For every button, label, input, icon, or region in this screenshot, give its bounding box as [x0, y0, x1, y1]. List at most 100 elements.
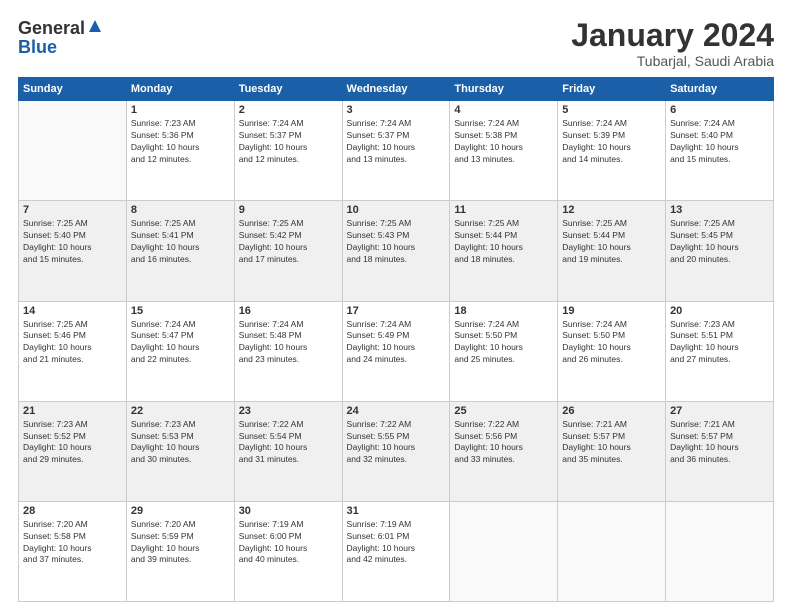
day-info: Sunrise: 7:22 AM Sunset: 5:55 PM Dayligh…: [347, 419, 446, 467]
calendar-day-cell: 19 Sunrise: 7:24 AM Sunset: 5:50 PM Dayli…: [558, 301, 666, 401]
day-number: 6: [670, 104, 769, 116]
day-number: 14: [23, 305, 122, 317]
calendar-day-cell: 2 Sunrise: 7:24 AM Sunset: 5:37 PM Daylig…: [234, 101, 342, 201]
day-info: Sunrise: 7:25 AM Sunset: 5:46 PM Dayligh…: [23, 319, 122, 367]
day-info: Sunrise: 7:23 AM Sunset: 5:53 PM Dayligh…: [131, 419, 230, 467]
calendar-day-cell: 5 Sunrise: 7:24 AM Sunset: 5:39 PM Daylig…: [558, 101, 666, 201]
calendar-day-header: Tuesday: [234, 78, 342, 101]
calendar-header-row: SundayMondayTuesdayWednesdayThursdayFrid…: [19, 78, 774, 101]
day-info: Sunrise: 7:25 AM Sunset: 5:40 PM Dayligh…: [23, 218, 122, 266]
day-info: Sunrise: 7:23 AM Sunset: 5:51 PM Dayligh…: [670, 319, 769, 367]
title-location: Tubarjal, Saudi Arabia: [571, 53, 774, 69]
calendar-day-cell: 21 Sunrise: 7:23 AM Sunset: 5:52 PM Dayli…: [19, 401, 127, 501]
day-number: 21: [23, 405, 122, 417]
logo-text: General: [18, 18, 102, 39]
day-info: Sunrise: 7:25 AM Sunset: 5:43 PM Dayligh…: [347, 218, 446, 266]
day-number: 15: [131, 305, 230, 317]
day-info: Sunrise: 7:24 AM Sunset: 5:40 PM Dayligh…: [670, 118, 769, 166]
day-number: 27: [670, 405, 769, 417]
calendar-week-row: 1Sunrise: 7:23 AM Sunset: 5:36 PM Daylig…: [19, 101, 774, 201]
calendar-day-cell: 11Sunrise: 7:25 AM Sunset: 5:44 PM Dayli…: [450, 201, 558, 301]
calendar-day-cell: 7 Sunrise: 7:25 AM Sunset: 5:40 PM Daylig…: [19, 201, 127, 301]
calendar-day-cell: 25Sunrise: 7:22 AM Sunset: 5:56 PM Dayli…: [450, 401, 558, 501]
calendar-day-cell: 8 Sunrise: 7:25 AM Sunset: 5:41 PM Daylig…: [126, 201, 234, 301]
day-number: 26: [562, 405, 661, 417]
day-info: Sunrise: 7:25 AM Sunset: 5:44 PM Dayligh…: [562, 218, 661, 266]
day-info: Sunrise: 7:24 AM Sunset: 5:39 PM Dayligh…: [562, 118, 661, 166]
day-number: 5: [562, 104, 661, 116]
calendar-day-header: Saturday: [666, 78, 774, 101]
calendar-week-row: 14 Sunrise: 7:25 AM Sunset: 5:46 PM Dayli…: [19, 301, 774, 401]
calendar-day-cell: 26 Sunrise: 7:21 AM Sunset: 5:57 PM Dayli…: [558, 401, 666, 501]
logo-triangle-icon: [88, 19, 102, 38]
day-number: 2: [239, 104, 338, 116]
calendar-day-cell: 4Sunrise: 7:24 AM Sunset: 5:38 PM Daylig…: [450, 101, 558, 201]
day-number: 17: [347, 305, 446, 317]
day-number: 30: [239, 505, 338, 517]
day-number: 10: [347, 204, 446, 216]
logo: General Blue: [18, 18, 102, 58]
calendar-day-cell: [666, 501, 774, 601]
calendar-day-cell: 1Sunrise: 7:23 AM Sunset: 5:36 PM Daylig…: [126, 101, 234, 201]
logo-general: General: [18, 18, 85, 39]
day-number: 1: [131, 104, 230, 116]
calendar-week-row: 21 Sunrise: 7:23 AM Sunset: 5:52 PM Dayli…: [19, 401, 774, 501]
calendar-day-cell: 17 Sunrise: 7:24 AM Sunset: 5:49 PM Dayli…: [342, 301, 450, 401]
calendar-day-header: Sunday: [19, 78, 127, 101]
calendar-day-header: Wednesday: [342, 78, 450, 101]
day-number: 22: [131, 405, 230, 417]
day-number: 7: [23, 204, 122, 216]
day-info: Sunrise: 7:24 AM Sunset: 5:50 PM Dayligh…: [562, 319, 661, 367]
day-number: 19: [562, 305, 661, 317]
day-info: Sunrise: 7:23 AM Sunset: 5:52 PM Dayligh…: [23, 419, 122, 467]
day-number: 8: [131, 204, 230, 216]
day-number: 20: [670, 305, 769, 317]
calendar-day-cell: [19, 101, 127, 201]
calendar-day-cell: 27Sunrise: 7:21 AM Sunset: 5:57 PM Dayli…: [666, 401, 774, 501]
calendar-day-cell: 29Sunrise: 7:20 AM Sunset: 5:59 PM Dayli…: [126, 501, 234, 601]
day-info: Sunrise: 7:24 AM Sunset: 5:49 PM Dayligh…: [347, 319, 446, 367]
calendar-day-cell: 3Sunrise: 7:24 AM Sunset: 5:37 PM Daylig…: [342, 101, 450, 201]
calendar-day-cell: 9 Sunrise: 7:25 AM Sunset: 5:42 PM Daylig…: [234, 201, 342, 301]
day-info: Sunrise: 7:21 AM Sunset: 5:57 PM Dayligh…: [562, 419, 661, 467]
calendar-week-row: 7 Sunrise: 7:25 AM Sunset: 5:40 PM Daylig…: [19, 201, 774, 301]
day-info: Sunrise: 7:24 AM Sunset: 5:48 PM Dayligh…: [239, 319, 338, 367]
calendar-day-cell: 22 Sunrise: 7:23 AM Sunset: 5:53 PM Dayli…: [126, 401, 234, 501]
day-info: Sunrise: 7:25 AM Sunset: 5:45 PM Dayligh…: [670, 218, 769, 266]
day-info: Sunrise: 7:25 AM Sunset: 5:42 PM Dayligh…: [239, 218, 338, 266]
page: General Blue January 2024 Tubarjal, Saud…: [0, 0, 792, 612]
day-info: Sunrise: 7:24 AM Sunset: 5:50 PM Dayligh…: [454, 319, 553, 367]
calendar-day-cell: 18Sunrise: 7:24 AM Sunset: 5:50 PM Dayli…: [450, 301, 558, 401]
calendar-day-header: Friday: [558, 78, 666, 101]
calendar-day-header: Monday: [126, 78, 234, 101]
day-info: Sunrise: 7:25 AM Sunset: 5:44 PM Dayligh…: [454, 218, 553, 266]
day-info: Sunrise: 7:24 AM Sunset: 5:37 PM Dayligh…: [347, 118, 446, 166]
calendar-day-cell: 13Sunrise: 7:25 AM Sunset: 5:45 PM Dayli…: [666, 201, 774, 301]
calendar-day-cell: [558, 501, 666, 601]
calendar-day-cell: 31 Sunrise: 7:19 AM Sunset: 6:01 PM Dayli…: [342, 501, 450, 601]
day-info: Sunrise: 7:24 AM Sunset: 5:38 PM Dayligh…: [454, 118, 553, 166]
title-block: January 2024 Tubarjal, Saudi Arabia: [571, 18, 774, 69]
day-info: Sunrise: 7:25 AM Sunset: 5:41 PM Dayligh…: [131, 218, 230, 266]
calendar-day-cell: 10 Sunrise: 7:25 AM Sunset: 5:43 PM Dayli…: [342, 201, 450, 301]
calendar-day-cell: 28 Sunrise: 7:20 AM Sunset: 5:58 PM Dayli…: [19, 501, 127, 601]
day-number: 23: [239, 405, 338, 417]
day-info: Sunrise: 7:19 AM Sunset: 6:00 PM Dayligh…: [239, 519, 338, 567]
calendar-day-cell: 30 Sunrise: 7:19 AM Sunset: 6:00 PM Dayli…: [234, 501, 342, 601]
day-info: Sunrise: 7:20 AM Sunset: 5:58 PM Dayligh…: [23, 519, 122, 567]
day-number: 31: [347, 505, 446, 517]
day-info: Sunrise: 7:24 AM Sunset: 5:47 PM Dayligh…: [131, 319, 230, 367]
calendar-day-cell: 6 Sunrise: 7:24 AM Sunset: 5:40 PM Daylig…: [666, 101, 774, 201]
title-month: January 2024: [571, 18, 774, 53]
day-number: 28: [23, 505, 122, 517]
day-info: Sunrise: 7:19 AM Sunset: 6:01 PM Dayligh…: [347, 519, 446, 567]
day-number: 16: [239, 305, 338, 317]
calendar-day-cell: 14 Sunrise: 7:25 AM Sunset: 5:46 PM Dayli…: [19, 301, 127, 401]
day-number: 12: [562, 204, 661, 216]
day-number: 9: [239, 204, 338, 216]
calendar-day-cell: 23 Sunrise: 7:22 AM Sunset: 5:54 PM Dayli…: [234, 401, 342, 501]
calendar-day-cell: 16 Sunrise: 7:24 AM Sunset: 5:48 PM Dayli…: [234, 301, 342, 401]
day-info: Sunrise: 7:24 AM Sunset: 5:37 PM Dayligh…: [239, 118, 338, 166]
day-info: Sunrise: 7:22 AM Sunset: 5:54 PM Dayligh…: [239, 419, 338, 467]
day-info: Sunrise: 7:20 AM Sunset: 5:59 PM Dayligh…: [131, 519, 230, 567]
